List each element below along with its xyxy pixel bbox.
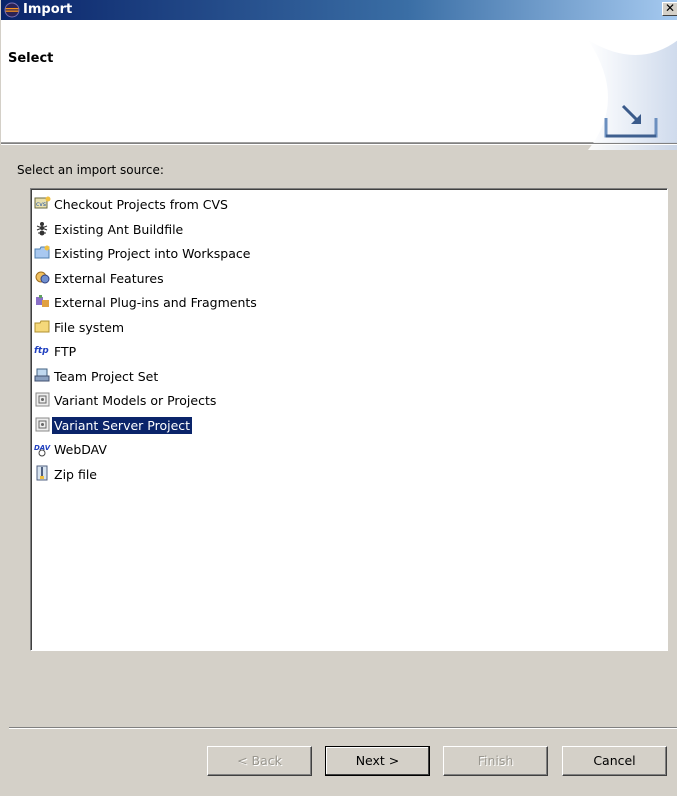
finish-button[interactable]: Finish	[443, 746, 548, 776]
list-item-label: File system	[54, 319, 125, 335]
list-item-label: FTP	[54, 344, 77, 359]
list-item[interactable]: External Plug-ins and Fragments	[34, 293, 667, 318]
ftp-icon: ftp	[34, 345, 49, 356]
page-title: Select	[8, 51, 54, 66]
close-icon: ✕	[664, 1, 676, 15]
list-item-label: Variant Models or Projects	[54, 393, 217, 408]
project-folder-icon	[34, 244, 51, 261]
list-item[interactable]: DAV WebDAV	[34, 440, 667, 465]
list-item[interactable]: Team Project Set	[34, 367, 667, 392]
list-item-label: Existing Project into Workspace	[54, 246, 251, 261]
list-item[interactable]: Variant Models or Projects	[34, 391, 667, 416]
list-item-label: Variant Server Project	[52, 416, 193, 434]
features-icon	[34, 269, 51, 286]
list-item[interactable]: File system	[34, 318, 667, 343]
list-item-label: WebDAV	[54, 442, 107, 457]
list-item-label: Existing Ant Buildfile	[54, 221, 184, 237]
import-source-label: Select an import source:	[17, 163, 164, 177]
list-item-label: External Features	[54, 270, 164, 286]
button-bar-divider	[9, 727, 677, 729]
list-item[interactable]: Existing Ant Buildfile	[34, 220, 667, 245]
next-button[interactable]: Next >	[325, 746, 430, 776]
list-item[interactable]: External Features	[34, 269, 667, 294]
back-button[interactable]: < Back	[207, 746, 312, 776]
plugin-icon	[34, 293, 51, 310]
list-item[interactable]: Variant Server Project	[34, 416, 667, 441]
ant-icon	[34, 220, 51, 237]
cvs-icon: cvs	[34, 195, 51, 212]
list-item[interactable]: cvs Checkout Projects from CVS	[34, 195, 667, 220]
banner-divider	[1, 143, 677, 145]
svg-text:cvs: cvs	[36, 201, 46, 208]
import-dialog: Import ✕ Select Select an import source:…	[0, 0, 677, 796]
import-source-list[interactable]: cvs Checkout Projects from CVS Existing An…	[30, 188, 668, 651]
list-item-label: Team Project Set	[54, 368, 159, 384]
folder-icon	[34, 318, 51, 335]
list-item[interactable]: Zip file	[34, 465, 667, 490]
list-item-label: Checkout Projects from CVS	[54, 197, 228, 212]
list-item[interactable]: Existing Project into Workspace	[34, 244, 667, 269]
team-icon	[34, 367, 51, 384]
import-wizard-icon	[588, 40, 677, 150]
webdav-icon: DAV	[34, 440, 51, 457]
variant-icon	[34, 391, 51, 408]
cancel-button[interactable]: Cancel	[562, 746, 667, 776]
variant-server-icon	[34, 416, 51, 433]
eclipse-icon	[4, 2, 20, 18]
list-item[interactable]: ftp FTP	[34, 342, 667, 367]
list-item-label: Zip file	[54, 466, 97, 482]
list-item-label: External Plug-ins and Fragments	[54, 295, 257, 310]
window-title: Import	[23, 2, 73, 17]
svg-text:DAV: DAV	[34, 444, 51, 452]
title-bar[interactable]: Import ✕	[1, 0, 677, 20]
wizard-banner: Select	[1, 20, 677, 150]
zip-icon	[34, 465, 51, 482]
close-button[interactable]: ✕	[662, 2, 677, 16]
